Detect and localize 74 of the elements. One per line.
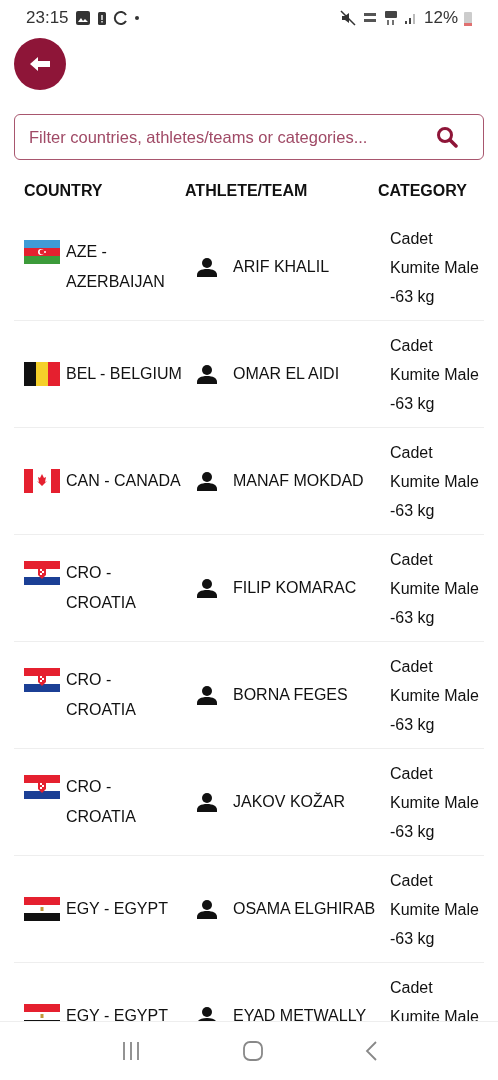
person-icon (197, 1006, 217, 1021)
athlete-name: MANAF MOKDAD (233, 471, 364, 491)
country-name: CRO - CROATIA (66, 563, 137, 613)
country-name: BEL - BELGIUM (66, 364, 183, 384)
country-name: CRO - CROATIA (66, 670, 137, 720)
category-text: -63 kg (390, 821, 436, 842)
category-text: Kumite Male (390, 578, 480, 599)
person-icon (197, 471, 217, 491)
category-text: -63 kg (390, 393, 436, 414)
arrow-left-icon (30, 56, 50, 72)
category-text: Kumite Male (390, 792, 480, 813)
recent-apps-icon[interactable] (121, 1042, 141, 1060)
person-icon (197, 792, 217, 812)
flag-icon (24, 469, 60, 493)
category-text: Cadet (390, 335, 434, 356)
country-name: CAN - CANADA (66, 471, 182, 491)
back-icon[interactable] (365, 1041, 377, 1061)
country-name: EGY - EGYPT (66, 1006, 169, 1021)
athlete-name: OMAR EL AIDI (233, 364, 340, 384)
back-button[interactable] (14, 38, 66, 90)
flag-icon (24, 1004, 60, 1021)
category-text: Kumite Male (390, 364, 480, 385)
flag-icon (24, 240, 60, 264)
category-text: Cadet (390, 228, 434, 249)
category-text: Kumite Male (390, 1006, 480, 1021)
status-time: 23:15 (26, 8, 69, 28)
athlete-name: OSAMA ELGHIRAB (233, 899, 376, 919)
athlete-name: BORNA FEGES (233, 685, 348, 705)
person-icon (197, 578, 217, 598)
battery-percent: 12% (423, 8, 458, 28)
category-text: Kumite Male (390, 899, 480, 920)
category-text: Cadet (390, 870, 434, 891)
battery-icon (464, 10, 472, 26)
gallery-icon (74, 10, 91, 26)
category-text: -63 kg (390, 928, 436, 949)
column-header: COUNTRY (24, 182, 104, 200)
column-header: CATEGORY (378, 182, 468, 200)
flag-icon (24, 775, 60, 799)
category-text: Cadet (390, 977, 434, 998)
signal-icon (403, 11, 418, 25)
mute-icon (339, 10, 356, 26)
athlete-name: ARIF KHALIL (233, 257, 330, 277)
category-text: Kumite Male (390, 471, 480, 492)
category-text: -63 kg (390, 286, 436, 307)
country-name: CRO - CROATIA (66, 777, 137, 827)
category-text: Kumite Male (390, 685, 480, 706)
athlete-name: FILIP KOMARAC (233, 578, 357, 598)
athlete-name: JAKOV KOŽAR (233, 791, 346, 812)
flag-icon (24, 561, 60, 585)
flag-icon (24, 897, 60, 921)
category-text: -63 kg (390, 714, 436, 735)
battery-alert-icon (96, 10, 107, 26)
person-icon (197, 685, 217, 705)
country-name: EGY - EGYPT (66, 899, 169, 919)
flag-icon (24, 362, 60, 386)
country-name: AZE - AZERBAIJAN (66, 242, 166, 292)
category-text: -63 kg (390, 500, 436, 521)
person-icon (197, 899, 217, 919)
category-text: Cadet (390, 549, 434, 570)
category-text: Cadet (390, 763, 434, 784)
athlete-name: EYAD METWALLY (233, 1006, 367, 1021)
search-icon (436, 126, 458, 148)
column-header: ATHLETE/TEAM (185, 182, 309, 200)
search-field[interactable]: Filter countries, athletes/teams or categories... (14, 114, 484, 160)
category-text: -63 kg (390, 607, 436, 628)
sync-icon (112, 10, 129, 26)
category-text: Kumite Male (390, 257, 480, 278)
home-icon[interactable] (243, 1041, 263, 1061)
flag-icon (24, 668, 60, 692)
category-text: Cadet (390, 656, 434, 677)
dot-icon (134, 16, 139, 20)
person-icon (197, 257, 217, 277)
category-text: Cadet (390, 442, 434, 463)
person-icon (197, 364, 217, 384)
